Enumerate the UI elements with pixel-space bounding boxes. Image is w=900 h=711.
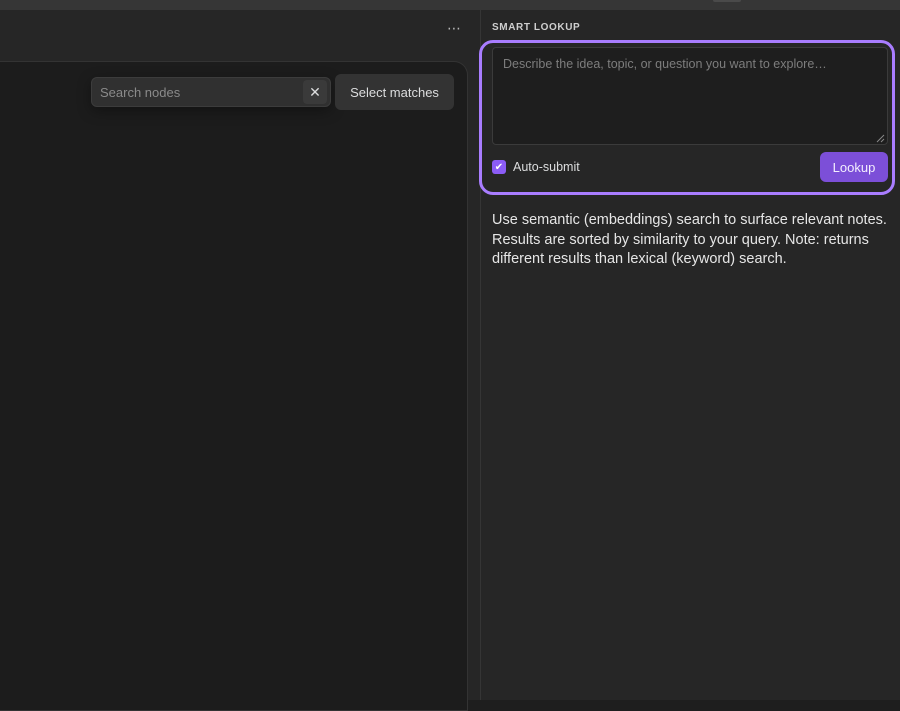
- top-bar: [0, 0, 900, 10]
- auto-submit-label[interactable]: Auto-submit: [513, 160, 580, 174]
- clear-search-icon[interactable]: ✕: [303, 80, 327, 104]
- top-tab-indicator[interactable]: [713, 0, 741, 2]
- select-matches-button[interactable]: Select matches: [335, 74, 454, 110]
- smart-lookup-title: SMART LOOKUP: [492, 22, 581, 33]
- lookup-button[interactable]: Lookup: [820, 152, 888, 182]
- lookup-query-textarea[interactable]: [492, 47, 888, 145]
- graph-canvas[interactable]: [0, 61, 468, 711]
- more-options-icon[interactable]: ⋯: [442, 18, 466, 38]
- search-nodes-input[interactable]: [92, 78, 303, 106]
- lookup-description: Use semantic (embeddings) search to surf…: [492, 212, 887, 267]
- auto-submit-checkbox[interactable]: ✔: [492, 160, 506, 174]
- node-search: ✕: [91, 77, 331, 107]
- checkmark-icon: ✔: [494, 161, 504, 173]
